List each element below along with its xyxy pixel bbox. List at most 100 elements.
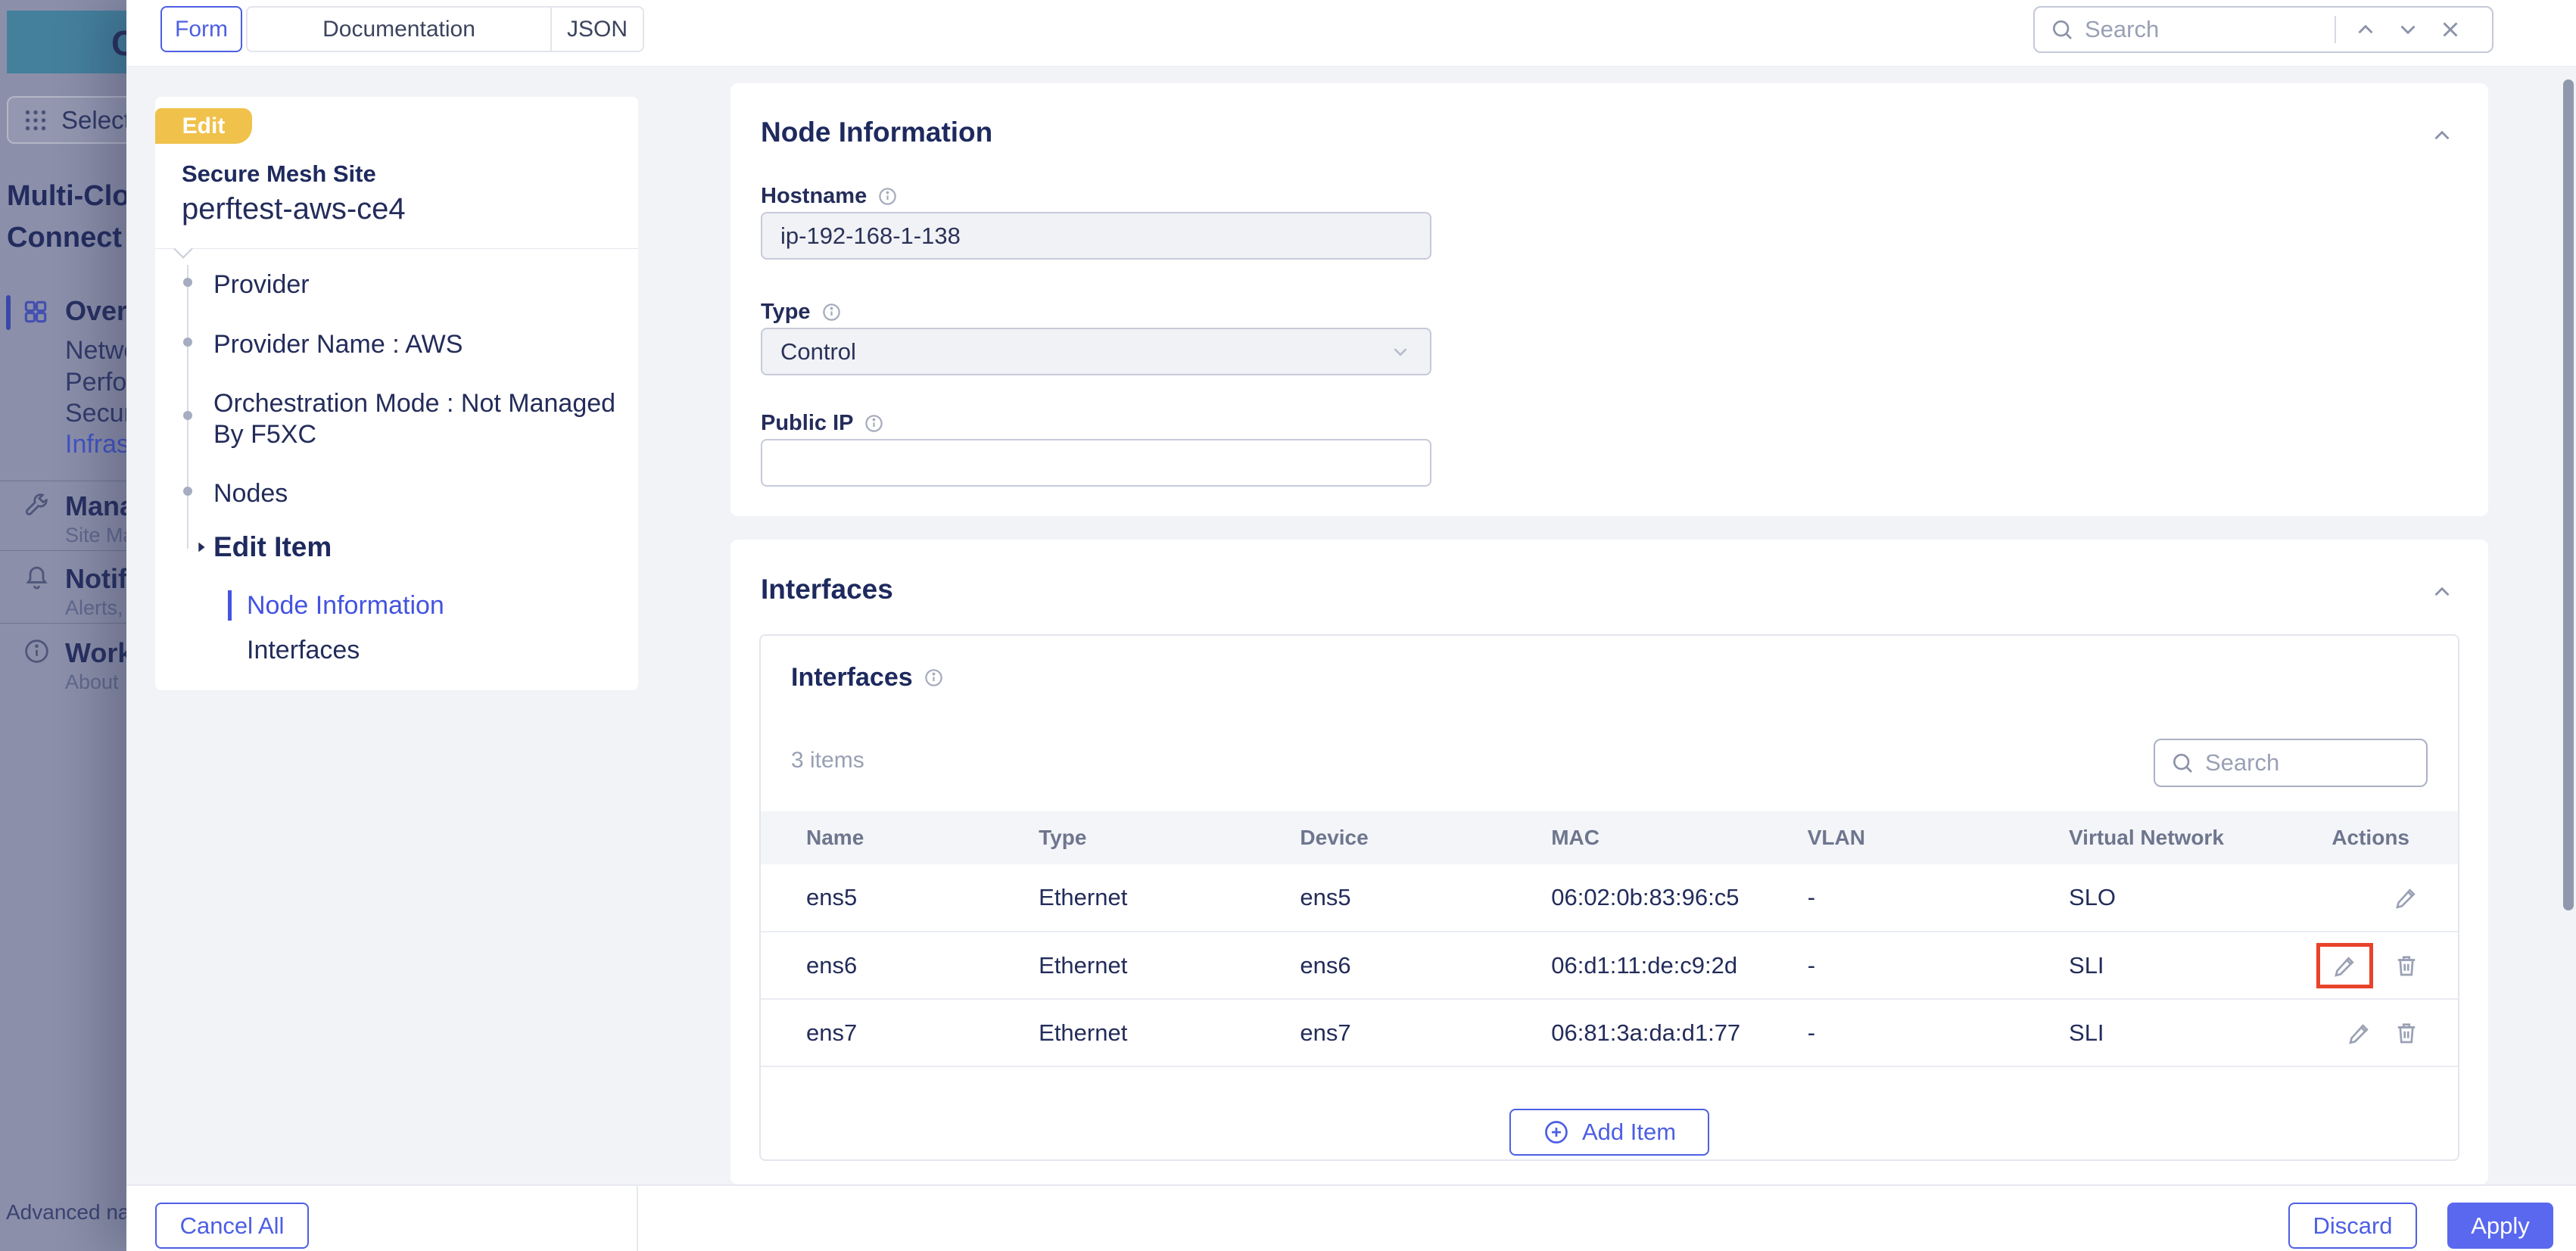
- public-ip-label: Public IP: [761, 411, 884, 436]
- cell-name: ens7: [761, 999, 993, 1066]
- tab-documentation[interactable]: Documentation: [248, 8, 550, 51]
- cell-type: Ethernet: [993, 864, 1254, 932]
- public-ip-label-text: Public IP: [761, 411, 853, 436]
- table-header-row: Name Type Device MAC VLAN Virtual Networ…: [761, 811, 2458, 864]
- column-header-actions: Actions: [2253, 811, 2458, 864]
- step-provider-name[interactable]: Provider Name : AWS: [213, 329, 463, 360]
- editor-panel: Form Documentation JSON: [126, 0, 2576, 1251]
- close-icon[interactable]: [2437, 17, 2463, 42]
- cell-device: ens6: [1254, 932, 1506, 999]
- add-item-button[interactable]: Add Item: [1509, 1109, 1709, 1156]
- interfaces-section: Interfaces Interfaces 3 items: [730, 540, 2488, 1184]
- edit-icon[interactable]: [2346, 1019, 2373, 1047]
- column-header-name[interactable]: Name: [761, 811, 993, 864]
- step-dot: [183, 278, 192, 287]
- chevron-down-icon: [1389, 341, 1412, 363]
- collapse-notch-icon[interactable]: [173, 239, 192, 258]
- scrollbar-thumb[interactable]: [2563, 79, 2574, 910]
- bell-icon: [23, 563, 51, 591]
- type-dropdown[interactable]: Control: [761, 328, 1431, 375]
- hostname-label-text: Hostname: [761, 184, 867, 209]
- info-icon[interactable]: [821, 302, 842, 322]
- sidebar-item-notifications[interactable]: Notifi: [65, 563, 126, 595]
- section-title: Interfaces: [761, 574, 893, 605]
- column-header-device[interactable]: Device: [1254, 811, 1506, 864]
- active-substep-indicator: [228, 590, 232, 621]
- cancel-all-button[interactable]: Cancel All: [155, 1203, 309, 1249]
- edit-icon[interactable]: [2393, 884, 2420, 911]
- public-ip-field[interactable]: [761, 439, 1431, 487]
- apply-button[interactable]: Apply: [2447, 1203, 2553, 1249]
- collapse-section-icon[interactable]: [2429, 579, 2455, 605]
- table-search-input[interactable]: [2205, 749, 2394, 776]
- cell-mac: 06:81:3a:da:d1:77: [1506, 999, 1762, 1066]
- interfaces-table: Name Type Device MAC VLAN Virtual Networ…: [761, 811, 2458, 1067]
- sidebar-item-overview[interactable]: Overv: [65, 295, 126, 327]
- delete-icon[interactable]: [2393, 1019, 2420, 1047]
- screen: C Select Multi-Clo Connect Overv Netwo P…: [0, 0, 2576, 1251]
- collapse-section-icon[interactable]: [2429, 123, 2455, 148]
- column-header-type[interactable]: Type: [993, 811, 1254, 864]
- interfaces-list-title-text: Interfaces: [791, 663, 913, 692]
- cell-mac: 06:02:0b:83:96:c5: [1506, 864, 1762, 932]
- cell-device: ens7: [1254, 999, 1506, 1066]
- edit-icon[interactable]: [2331, 952, 2359, 979]
- step-dot: [183, 411, 192, 420]
- section-title: Node Information: [761, 117, 992, 148]
- editor-search[interactable]: [2033, 6, 2493, 53]
- discard-button[interactable]: Discard: [2288, 1203, 2417, 1249]
- substep-node-information[interactable]: Node Information: [247, 591, 444, 621]
- form-nav-divider: [155, 248, 638, 249]
- cell-name: ens5: [761, 864, 993, 932]
- sidebar-item-network[interactable]: Netwo: [65, 336, 126, 366]
- info-icon[interactable]: [877, 186, 898, 207]
- edit-mode-badge: Edit: [155, 108, 252, 144]
- search-icon: [2170, 751, 2194, 775]
- node-information-section: Node Information Hostname Type: [730, 83, 2488, 516]
- tab-json[interactable]: JSON: [552, 8, 643, 51]
- tab-form[interactable]: Form: [160, 6, 242, 52]
- column-header-mac[interactable]: MAC: [1506, 811, 1762, 864]
- cell-device: ens5: [1254, 864, 1506, 932]
- search-divider: [2335, 16, 2336, 43]
- sidebar-item-manage[interactable]: Mana: [65, 490, 126, 522]
- step-tree-line: [187, 265, 188, 549]
- info-icon[interactable]: [864, 413, 884, 434]
- interfaces-list-card: Interfaces 3 items: [759, 634, 2459, 1161]
- column-header-virtual-network[interactable]: Virtual Network: [2023, 811, 2253, 864]
- search-icon: [2050, 17, 2074, 42]
- column-header-vlan[interactable]: VLAN: [1762, 811, 2023, 864]
- chevron-down-icon[interactable]: [2395, 17, 2421, 42]
- add-item-label: Add Item: [1582, 1119, 1676, 1146]
- sidebar-item-workspace[interactable]: Work: [65, 637, 126, 669]
- form-nav-card: Edit Secure Mesh Site perftest-aws-ce4 P…: [155, 97, 638, 690]
- interfaces-list-title: Interfaces: [791, 663, 944, 692]
- hostname-field[interactable]: [761, 212, 1431, 260]
- cell-mac: 06:d1:11:de:c9:2d: [1506, 932, 1762, 999]
- cell-vlan: -: [1762, 932, 2023, 999]
- select-button[interactable]: Select: [7, 96, 126, 144]
- step-nodes[interactable]: Nodes: [213, 478, 288, 509]
- step-orchestration-mode[interactable]: Orchestration Mode : Not Managed By F5XC: [213, 388, 622, 450]
- step-provider[interactable]: Provider: [213, 269, 310, 300]
- sidebar-item-infrastructure[interactable]: Infrast: [65, 430, 126, 459]
- table-row: ens7 Ethernet ens7 06:81:3a:da:d1:77 - S…: [761, 999, 2458, 1066]
- editor-search-input[interactable]: [2085, 16, 2335, 43]
- substep-interfaces[interactable]: Interfaces: [247, 636, 360, 665]
- advanced-nav-label[interactable]: Advanced nav: [6, 1200, 126, 1225]
- sidebar-item-security[interactable]: Securi: [65, 399, 126, 428]
- page-title-line2: Connect: [7, 222, 122, 254]
- background-page: C Select Multi-Clo Connect Overv Netwo P…: [0, 0, 126, 1251]
- delete-icon[interactable]: [2393, 952, 2420, 979]
- plus-circle-icon: [1543, 1119, 1570, 1146]
- tab-group: Documentation JSON: [246, 6, 644, 52]
- chevron-up-icon[interactable]: [2353, 17, 2378, 42]
- cell-virtual-network: SLO: [2023, 864, 2253, 932]
- sidebar-item-performance[interactable]: Perfor: [65, 368, 126, 397]
- grid-dots-icon: [22, 107, 49, 134]
- info-circle-icon: [23, 637, 51, 665]
- info-icon[interactable]: [924, 668, 944, 688]
- table-search[interactable]: [2154, 739, 2428, 787]
- step-edit-item[interactable]: Edit Item: [213, 531, 332, 563]
- object-name: perftest-aws-ce4: [182, 192, 406, 226]
